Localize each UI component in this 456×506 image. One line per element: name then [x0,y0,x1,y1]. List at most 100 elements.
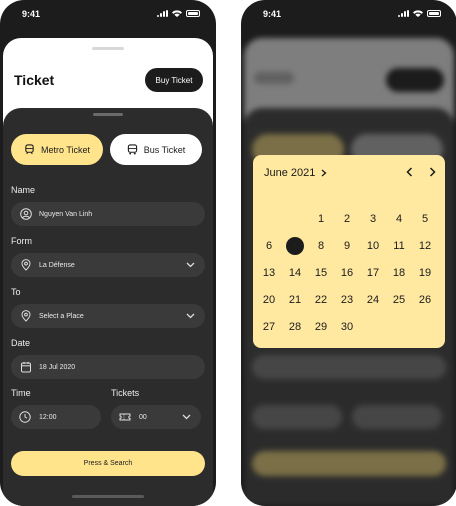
calendar-day[interactable]: 19 [412,259,438,286]
name-field[interactable]: Nguyen Van Linh [11,202,205,226]
to-value: Select a Place [39,312,84,320]
tab-bus-ticket[interactable]: Bus Ticket [110,134,202,165]
tickets-label: Tickets [111,388,140,398]
calendar-icon [21,362,31,373]
ticket-form-sheet: Metro Ticket Bus Ticket Name Nguyen Van … [3,108,213,506]
calendar-day[interactable]: 29 [308,313,334,340]
calendar-days-grid: 1 2 3 4 5 6 8 9 10 11 12 13 14 15 16 17 18 19 20 21 22 23 24 25… [256,205,438,340]
chevron-down-icon [182,414,191,420]
calendar-day[interactable]: 9 [334,232,360,259]
calendar-day[interactable]: 11 [386,232,412,259]
bus-icon [127,144,137,155]
to-label: To [11,287,21,297]
calendar-day[interactable]: 16 [334,259,360,286]
battery-icon [186,10,200,17]
calendar-day[interactable]: 18 [386,259,412,286]
calendar-day[interactable]: 2 [334,205,360,232]
calendar-day[interactable]: 26 [412,286,438,313]
time-field[interactable]: 12:00 [11,405,101,429]
tickets-count-select[interactable]: 00 [111,405,201,429]
user-icon [20,208,32,220]
blurred-date-field [252,355,446,379]
chevron-left-icon [405,167,412,177]
sheet-handle[interactable] [92,47,124,50]
calendar-day[interactable]: 21 [282,286,308,313]
time-label: Time [11,388,31,398]
chevron-down-icon [186,313,195,319]
tab-bus-label: Bus Ticket [143,144,186,155]
search-button[interactable]: Press & Search [11,451,205,476]
signal-icon [157,10,168,17]
calendar-day[interactable]: 24 [360,286,386,313]
date-label: Date [11,338,31,348]
blurred-tickets-field [352,405,442,429]
status-bar: 9:41 [241,0,456,30]
chevron-down-icon [186,262,195,268]
calendar-day[interactable]: 6 [256,232,282,259]
calendar-day[interactable]: 10 [360,232,386,259]
tab-metro-ticket[interactable]: Metro Ticket [11,134,103,165]
signal-icon [398,10,409,17]
calendar-day[interactable]: 15 [308,259,334,286]
status-time: 9:41 [263,9,282,19]
form-sheet-handle[interactable] [93,113,123,116]
calendar-day[interactable]: 27 [256,313,282,340]
phone-date-picker: 9:41 June 2021 1 2 3 4 5 6 8 9 10 11 12 13 14 15 16 17 1… [241,0,456,506]
status-icons [398,10,441,17]
wifi-icon [413,10,423,17]
calendar-day[interactable]: 23 [334,286,360,313]
date-value: 18 Jul 2020 [39,363,76,371]
calendar-day-selected[interactable] [282,232,308,259]
form-value: La Défense [39,261,75,269]
status-icons [157,10,200,17]
phone-ticket-form: 9:41 Ticket Buy Ticket Metro Ticket Bus … [0,0,216,506]
calendar-day[interactable]: 25 [386,286,412,313]
calendar-day[interactable]: 5 [412,205,438,232]
calendar-day[interactable]: 12 [412,232,438,259]
metro-icon [25,144,34,155]
calendar-empty-cell [282,205,308,232]
tickets-value: 00 [139,413,147,421]
calendar-day[interactable]: 3 [360,205,386,232]
location-pin-icon [21,310,31,322]
blurred-title [254,72,294,84]
calendar-empty-cell [256,205,282,232]
home-indicator[interactable] [72,495,144,498]
chevron-right-icon [429,167,436,177]
calendar-day[interactable]: 4 [386,205,412,232]
calendar-day[interactable]: 20 [256,286,282,313]
calendar-day[interactable]: 1 [308,205,334,232]
battery-icon [427,10,441,17]
tab-metro-label: Metro Ticket [40,144,90,155]
calendar-day[interactable]: 13 [256,259,282,286]
calendar-day[interactable]: 8 [308,232,334,259]
time-value: 12:00 [39,413,57,421]
form-location-select[interactable]: La Défense [11,253,205,277]
calendar-day[interactable]: 22 [308,286,334,313]
next-month-button[interactable] [426,166,438,178]
buy-ticket-button[interactable]: Buy Ticket [145,68,203,92]
name-label: Name [11,185,36,195]
month-label: June 2021 [264,167,316,179]
blurred-time-field [252,405,342,429]
page-title: Ticket [14,72,55,88]
prev-month-button[interactable] [403,166,415,178]
calendar-day[interactable]: 14 [282,259,308,286]
status-bar: 9:41 [0,0,216,30]
calendar-day[interactable]: 17 [360,259,386,286]
calendar-day[interactable]: 30 [334,313,360,340]
blurred-buy-button [386,68,444,92]
calendar-day[interactable]: 28 [282,313,308,340]
month-selector[interactable]: June 2021 [264,167,327,179]
to-location-select[interactable]: Select a Place [11,304,205,328]
clock-icon [19,411,31,423]
status-time: 9:41 [22,9,41,19]
name-value: Nguyen Van Linh [39,210,93,218]
blurred-search-button [252,451,446,476]
date-field[interactable]: 18 Jul 2020 [11,355,205,379]
form-label: Form [11,236,32,246]
location-pin-icon [21,259,31,271]
wifi-icon [172,10,182,17]
chevron-right-icon [321,169,327,177]
date-picker-calendar: June 2021 1 2 3 4 5 6 8 9 10 11 12 13 14 15 16 17 18 19 20… [253,155,445,348]
